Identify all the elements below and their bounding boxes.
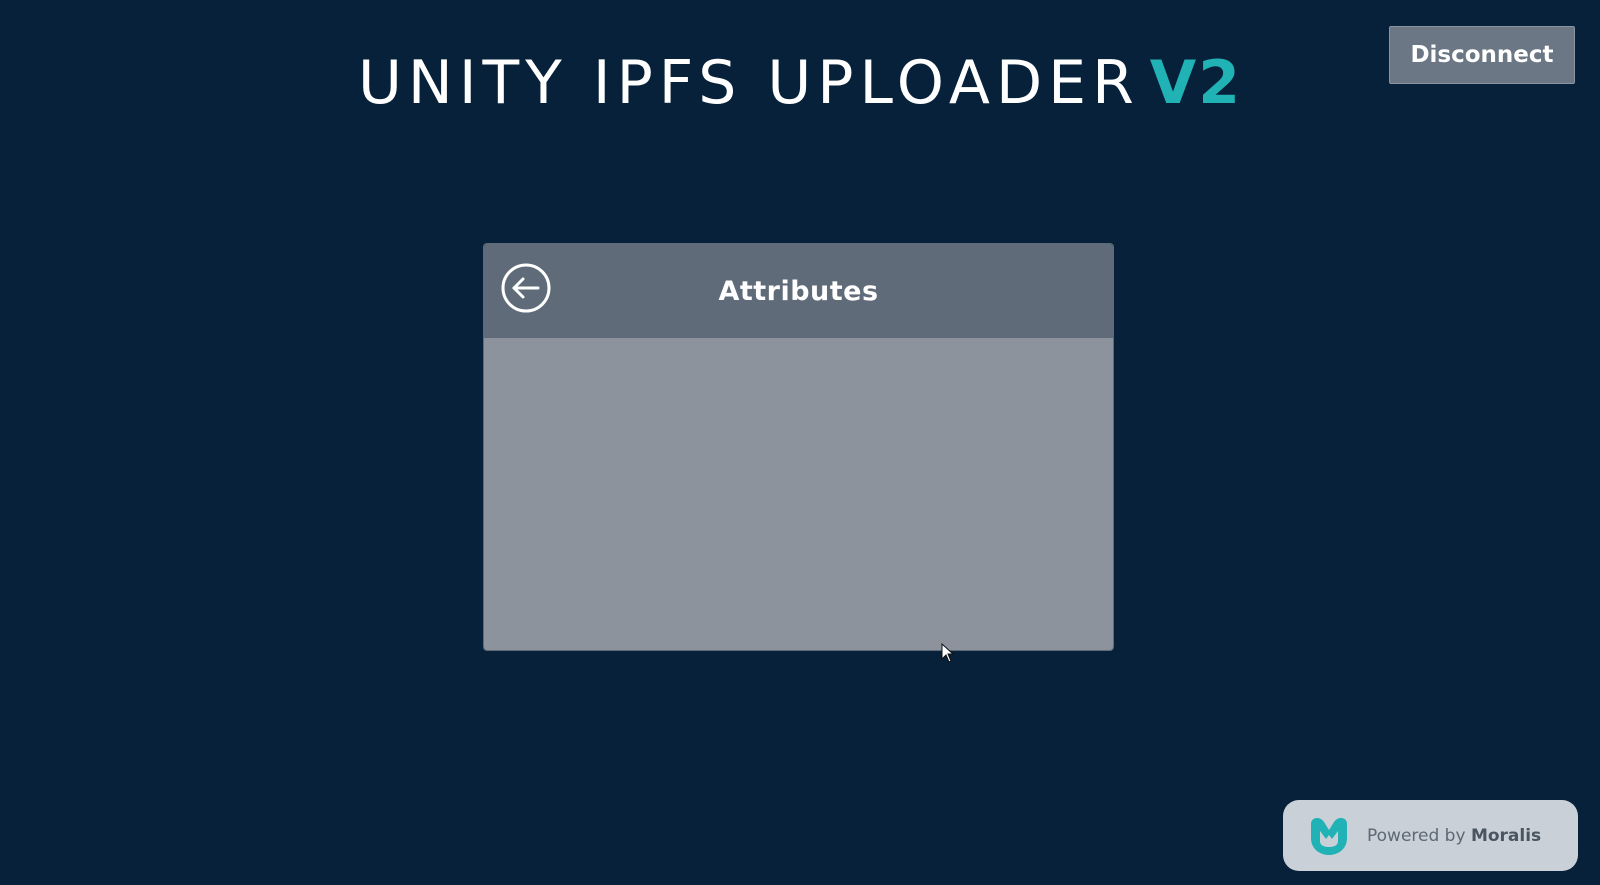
app-window: UNITY IPFS UPLOADER V2 Disconnect Attribu… <box>0 0 1600 885</box>
mouse-cursor-icon <box>941 642 955 663</box>
back-arrow-icon[interactable] <box>500 262 552 314</box>
attributes-list <box>484 338 1113 650</box>
panel-header: Attributes <box>484 244 1113 338</box>
moralis-logo-icon <box>1305 814 1353 858</box>
powered-by-badge[interactable]: Powered by Moralis <box>1283 800 1578 871</box>
page-title: UNITY IPFS UPLOADER V2 <box>0 48 1600 118</box>
page-title-main: UNITY IPFS UPLOADER <box>358 48 1140 118</box>
powered-by-text: Powered by Moralis <box>1367 826 1541 846</box>
panel-title: Attributes <box>718 275 879 307</box>
powered-by-brand: Moralis <box>1470 825 1542 846</box>
attributes-panel: Attributes <box>484 244 1113 650</box>
powered-by-prefix: Powered by <box>1367 825 1466 846</box>
disconnect-button[interactable]: Disconnect <box>1389 26 1575 84</box>
page-title-version: V2 <box>1149 48 1242 118</box>
